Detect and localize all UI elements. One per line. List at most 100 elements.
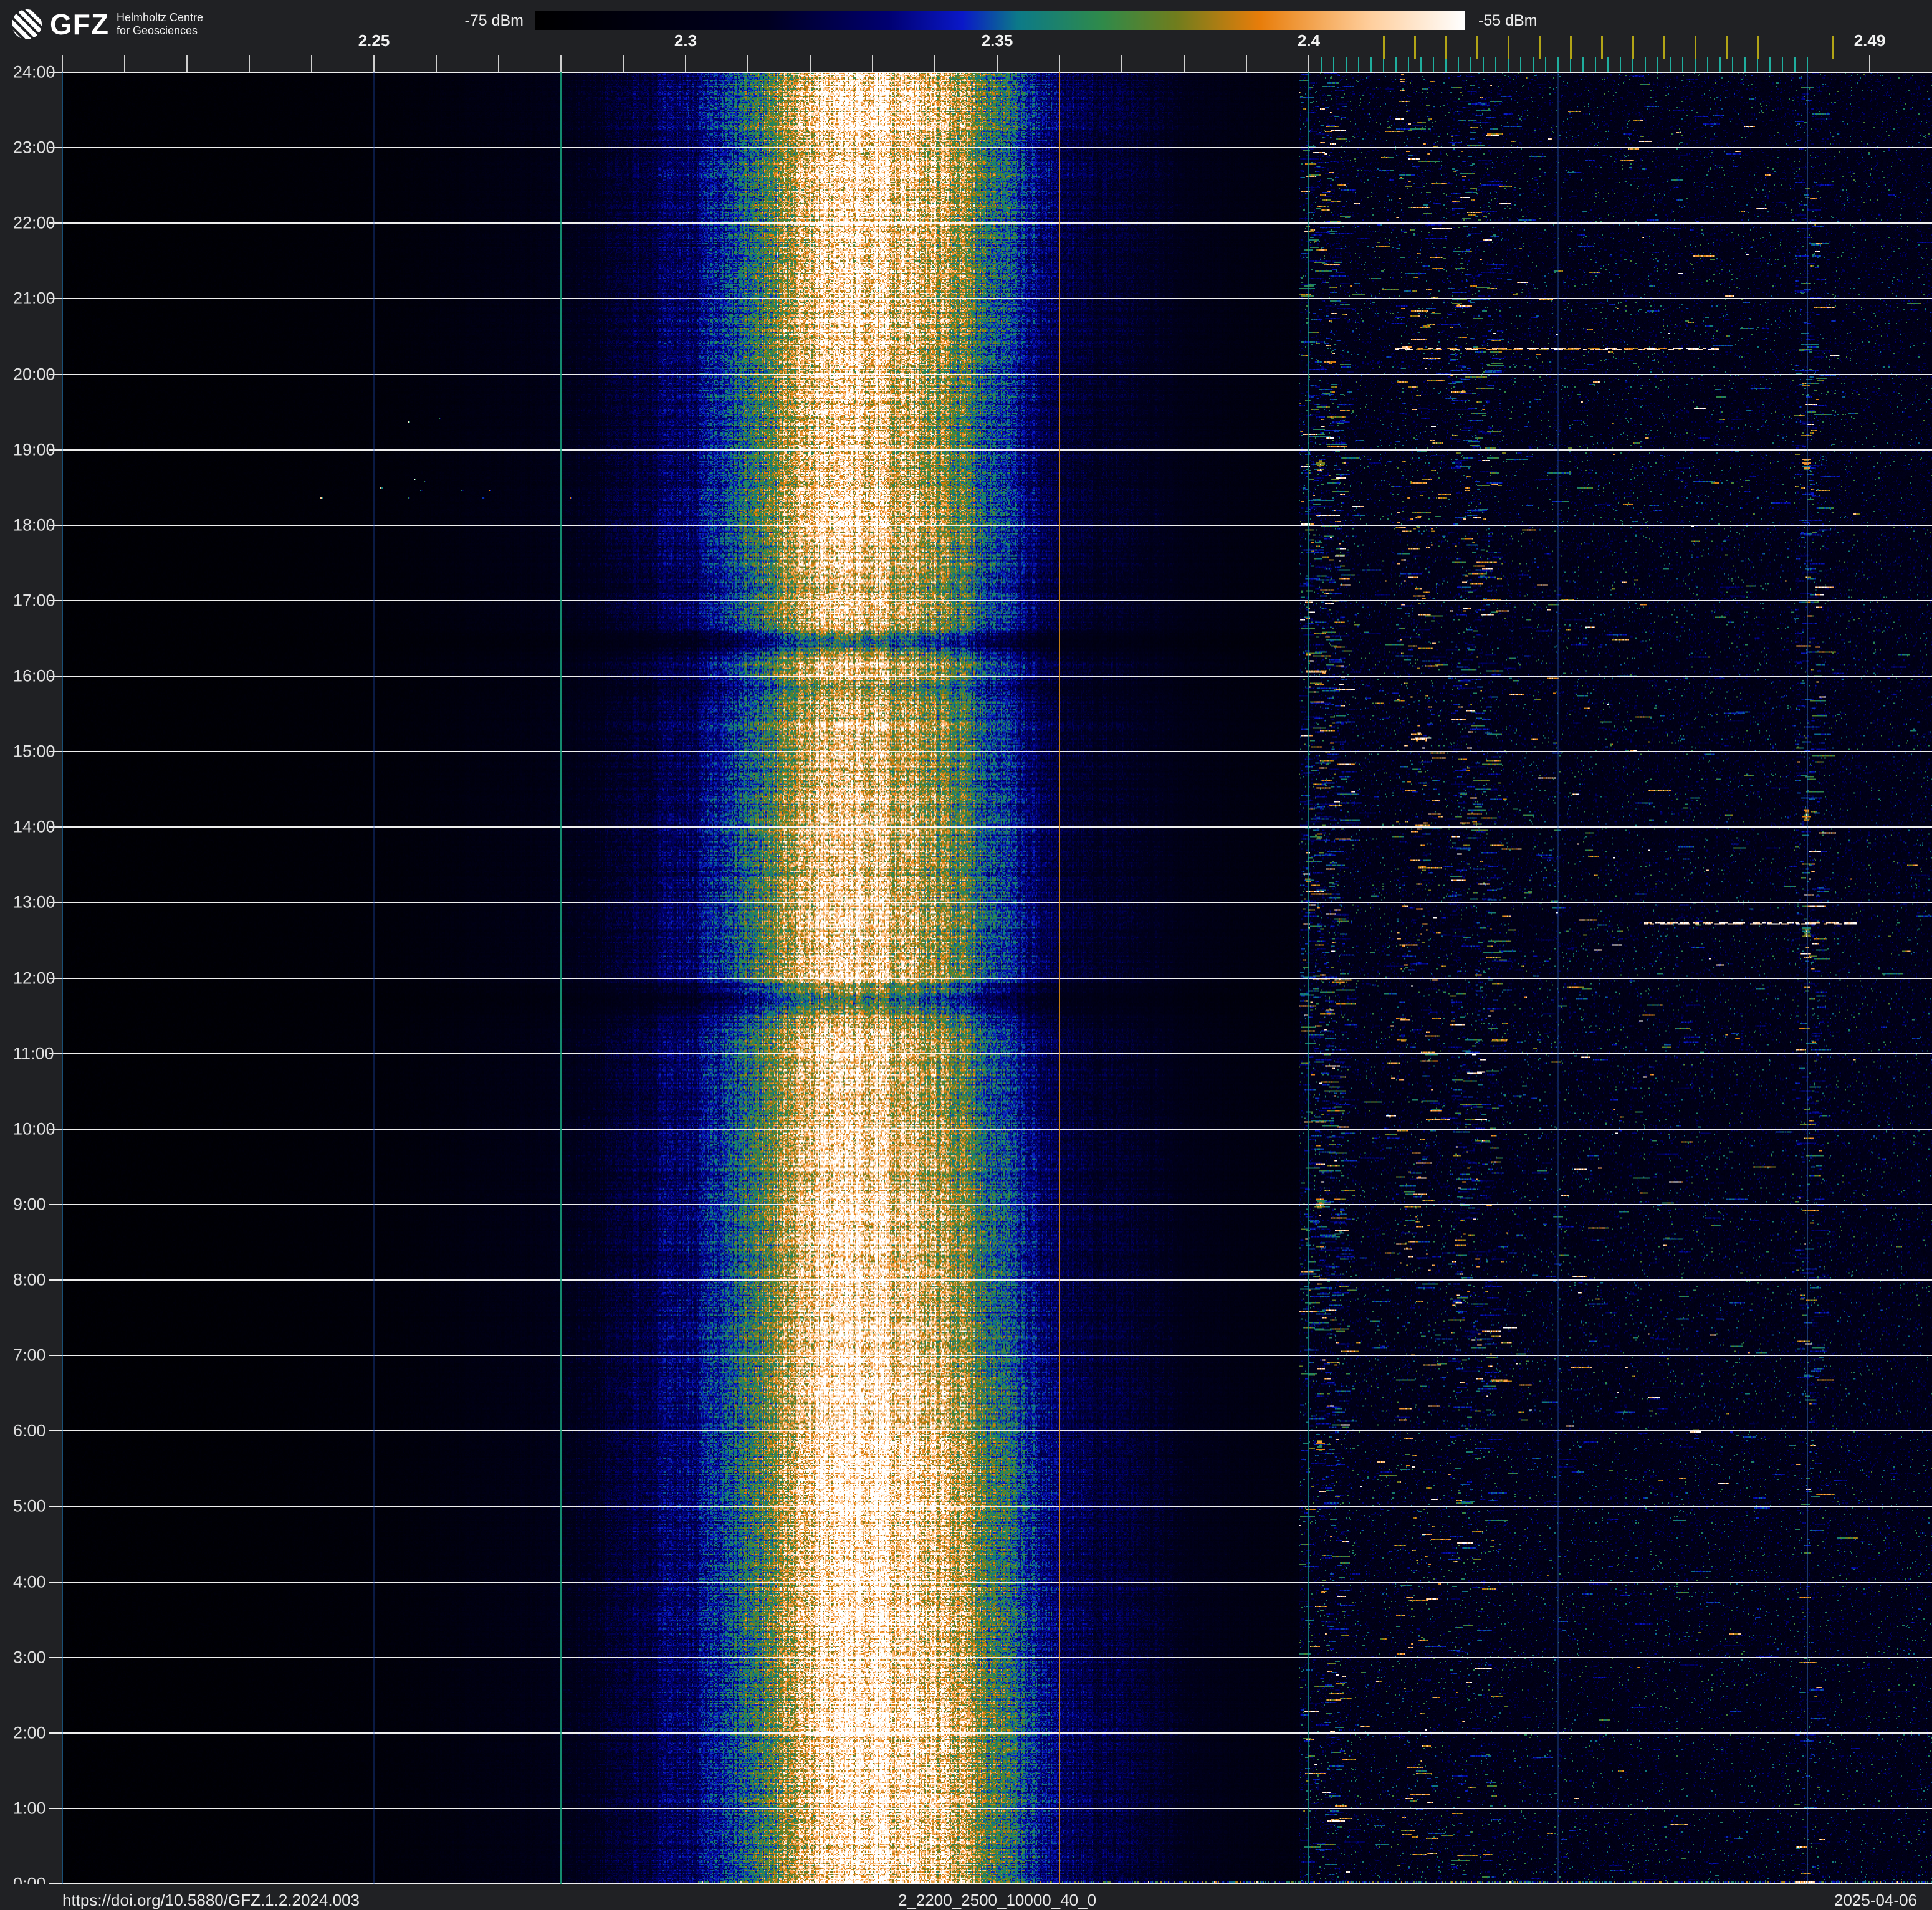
wifi-channel-tick [1757,36,1759,59]
hour-label: 9:00 [13,1195,46,1214]
ble-channel-tick [1657,57,1658,72]
plot-area [62,72,1932,1884]
freq-tick [685,55,686,72]
ble-channel-tick [1782,57,1783,72]
freq-tick [560,55,562,72]
gfz-globe-icon [11,9,42,40]
ble-channel-tick [1533,57,1534,72]
spectrogram-canvas [62,72,1932,1884]
ble-channel-tick [1508,57,1509,72]
ble-channel-tick [1682,57,1683,72]
freq-tick [124,55,125,72]
freq-axis-label: 2.35 [981,31,1013,50]
wifi-channel-tick [1570,36,1572,59]
hour-label: 22:00 [13,213,55,232]
freq-tick [997,55,998,72]
ble-channel-tick [1333,57,1334,72]
ble-channel-tick [1794,57,1796,72]
hour-label: 2:00 [13,1723,46,1742]
hour-label: 19:00 [13,440,55,459]
hour-label: 18:00 [13,515,55,535]
freq-tick [747,55,748,72]
ble-channel-tick [1557,57,1559,72]
hour-label: 16:00 [13,666,55,685]
gfz-logo: GFZ Helmholtz Centre for Geosciences [11,9,203,40]
freq-tick [1246,55,1247,72]
freq-axis-label: 2.3 [674,31,697,50]
freq-tick [62,55,63,72]
ble-channel-tick [1445,57,1447,72]
wifi-channel-tick [1414,36,1416,59]
hour-label: 15:00 [13,742,55,761]
logo-brand: GFZ [50,8,109,41]
doi-link[interactable]: https://doi.org/10.5880/GFZ.1.2.2024.003 [62,1891,360,1910]
ble-channel-tick [1632,57,1633,72]
hour-label: 1:00 [13,1798,46,1818]
hour-label: 5:00 [13,1496,46,1516]
ble-channel-tick [1695,57,1696,72]
ble-channel-tick [1370,57,1372,72]
ble-channel-tick [1470,57,1471,72]
hour-label: 20:00 [13,365,55,383]
ble-channel-tick [1719,57,1721,72]
wifi-channel-tick [1383,36,1385,59]
hour-label: 10:00 [13,1119,55,1139]
ble-channel-tick [1807,57,1808,72]
hour-label: 12:00 [13,968,55,987]
hour-label: 7:00 [13,1345,46,1365]
freq-tick [1059,55,1060,72]
freq-tick [498,55,499,72]
wifi-channel-tick [1726,36,1728,59]
ble-channel-tick [1607,57,1609,72]
ble-channel-tick [1458,57,1459,72]
date-label: 2025-04-06 [1834,1891,1917,1909]
freq-tick [934,55,935,72]
freq-tick [1184,55,1185,72]
freq-tick [623,55,624,72]
hour-label: 11:00 [13,1044,54,1063]
freq-tick [1121,55,1122,72]
spectrogram-page: GFZ Helmholtz Centre for Geosciences -75… [0,0,1932,1909]
ble-channel-tick [1744,57,1746,72]
wifi-channel-tick [1445,36,1447,59]
hour-label: 13:00 [13,892,55,912]
ble-channel-tick [1395,57,1397,72]
ble-channel-tick [1595,57,1596,72]
logo-subtitle: Helmholtz Centre for Geosciences [117,11,203,37]
ble-channel-tick [1483,57,1484,72]
colorbar [535,11,1465,30]
hour-label: 4:00 [13,1572,46,1591]
freq-axis-label: 2.4 [1297,31,1321,50]
freq-tick [810,55,811,72]
wifi-channel-tick [1832,36,1834,59]
wifi-channel-tick [1632,36,1634,59]
ble-channel-tick [1420,57,1422,72]
hour-label: 17:00 [13,591,55,610]
ble-channel-tick [1757,57,1758,72]
wifi-channel-tick [1601,36,1603,59]
hour-label: 24:00 [13,62,55,82]
freq-tick [249,55,250,72]
freq-axis-label: 2.49 [1853,31,1886,50]
freq-tick [373,55,375,72]
colorbar-max-label: -55 dBm [1478,12,1537,29]
freq-tick [872,55,873,72]
ble-channel-tick [1408,57,1409,72]
logo-subtitle-line1: Helmholtz Centre [116,11,204,24]
freq-axis-label: 2.25 [358,31,390,50]
freq-tick [311,55,312,72]
ble-channel-tick [1732,57,1733,72]
ble-channel-tick [1545,57,1546,72]
hour-label: 8:00 [13,1270,46,1289]
freq-tick [1869,55,1870,72]
ble-channel-tick [1582,57,1584,72]
ble-channel-tick [1769,57,1771,72]
ble-channel-tick [1570,57,1571,72]
hour-label: 21:00 [13,289,55,308]
freq-tick [436,55,437,72]
wifi-channel-tick [1663,36,1665,59]
wifi-channel-tick [1539,36,1541,59]
ble-channel-tick [1645,57,1646,72]
ble-channel-tick [1321,57,1322,72]
ble-channel-tick [1620,57,1621,72]
